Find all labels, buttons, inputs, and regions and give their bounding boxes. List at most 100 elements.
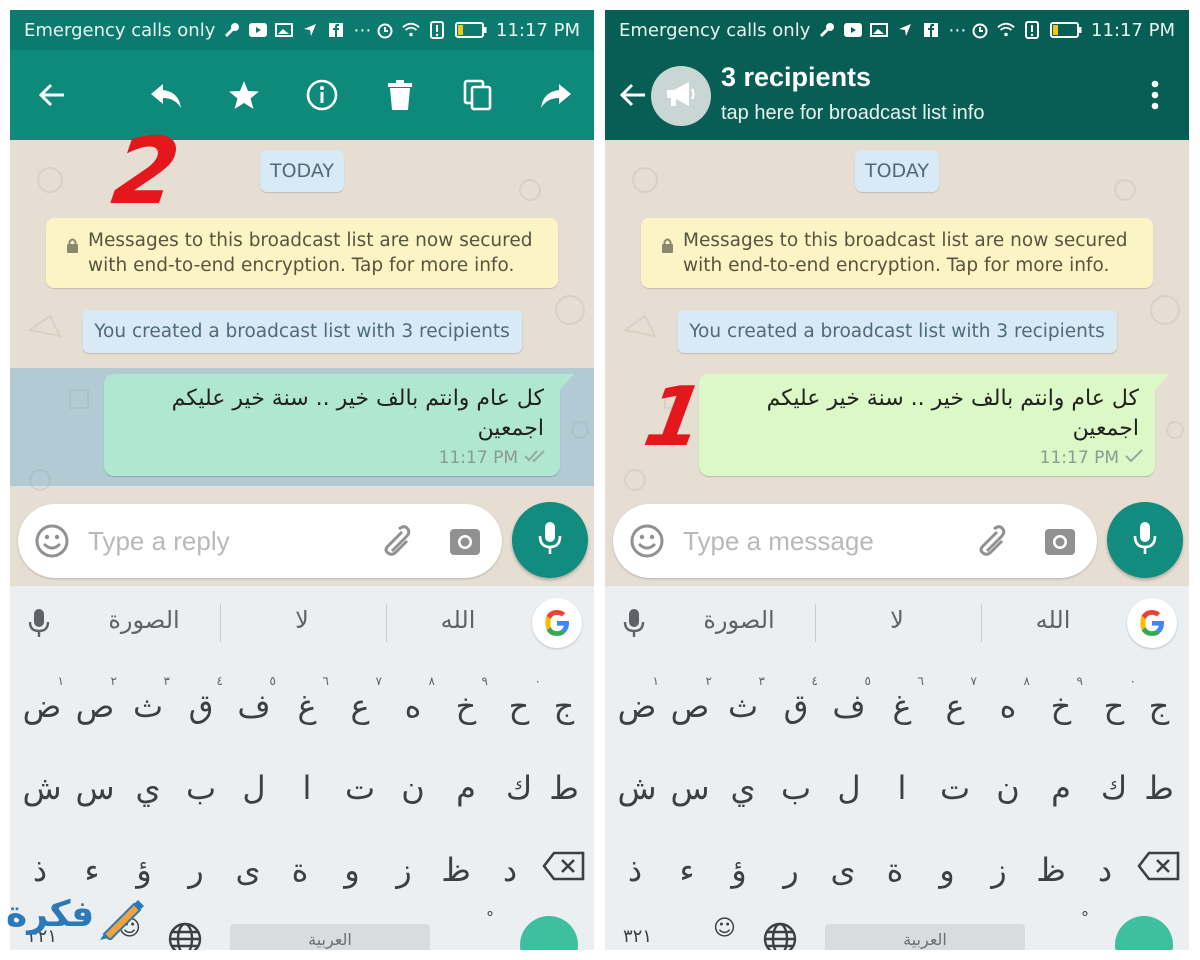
key[interactable]: ز (378, 838, 430, 902)
key[interactable]: و (326, 838, 378, 902)
copy-icon[interactable] (458, 75, 498, 115)
attach-icon[interactable] (374, 522, 412, 564)
key[interactable]: ة (869, 838, 921, 902)
period-key[interactable]: ° (1081, 908, 1089, 927)
reply-icon[interactable] (146, 75, 186, 115)
key[interactable]: ظ (1025, 838, 1077, 902)
google-icon[interactable] (532, 598, 582, 648)
back-arrow-icon[interactable] (613, 75, 653, 115)
key[interactable]: س (664, 756, 716, 820)
camera-icon[interactable] (1041, 522, 1079, 564)
globe-icon[interactable] (168, 922, 202, 950)
enter-key[interactable] (1115, 916, 1173, 950)
key[interactable]: ض١ (16, 674, 68, 738)
key[interactable]: ه٨ (387, 674, 439, 738)
suggestion-2[interactable]: لا (837, 606, 957, 634)
key[interactable]: د (1079, 838, 1131, 902)
outgoing-message-bubble[interactable]: كل عام وانتم بالف خير .. سنة خير عليكم ا… (699, 374, 1169, 476)
numbers-key[interactable]: ٣٢١ (623, 926, 652, 947)
suggestion-3[interactable]: الله (398, 606, 518, 634)
key[interactable]: خ٩ (440, 674, 492, 738)
key[interactable]: ل (823, 756, 875, 820)
key[interactable]: ج (1133, 674, 1185, 738)
key[interactable]: ي (122, 756, 174, 820)
emoji-icon[interactable] (629, 523, 665, 563)
key[interactable]: غ٦ (876, 674, 928, 738)
chat-area[interactable]: TODAY Messages to this broadcast list ar… (605, 140, 1189, 596)
voice-record-button[interactable] (1107, 502, 1183, 578)
key[interactable]: ع٧ (929, 674, 981, 738)
key[interactable]: ق٤ (770, 674, 822, 738)
key[interactable]: ب (175, 756, 227, 820)
key[interactable]: ذ (609, 838, 661, 902)
chat-area[interactable]: TODAY Messages to this broadcast list ar… (10, 140, 594, 596)
key[interactable]: ا (281, 756, 333, 820)
key[interactable]: ر (765, 838, 817, 902)
key[interactable]: غ٦ (281, 674, 333, 738)
chat-header[interactable]: 3 recipients tap here for broadcast list… (605, 50, 1189, 140)
key[interactable]: ت (929, 756, 981, 820)
backspace-key[interactable] (1133, 838, 1185, 902)
backspace-key[interactable] (538, 838, 590, 902)
space-key[interactable]: العربية (230, 924, 430, 950)
more-options-icon[interactable] (1135, 75, 1175, 115)
encryption-notice[interactable]: Messages to this broadcast list are now … (46, 218, 558, 288)
info-icon[interactable] (302, 75, 342, 115)
forward-icon[interactable] (536, 75, 576, 115)
key[interactable]: ف٥ (228, 674, 280, 738)
key[interactable]: ث٣ (122, 674, 174, 738)
key[interactable]: ت (334, 756, 386, 820)
key[interactable]: ش (611, 756, 663, 820)
key[interactable]: ص٢ (664, 674, 716, 738)
period-key[interactable]: ° (486, 908, 494, 927)
delete-icon[interactable] (380, 75, 420, 115)
attach-icon[interactable] (969, 522, 1007, 564)
voice-typing-icon[interactable] (28, 608, 50, 642)
google-icon[interactable] (1127, 598, 1177, 648)
key[interactable]: ؤ (713, 838, 765, 902)
emoji-icon[interactable] (34, 523, 70, 563)
key[interactable]: س (69, 756, 121, 820)
suggestion-2[interactable]: لا (242, 606, 362, 634)
key[interactable]: ض١ (611, 674, 663, 738)
key[interactable]: ل (228, 756, 280, 820)
key[interactable]: خ٩ (1035, 674, 1087, 738)
message-input[interactable] (683, 520, 953, 562)
key[interactable]: ن (387, 756, 439, 820)
outgoing-message-bubble[interactable]: كل عام وانتم بالف خير .. سنة خير عليكم ا… (104, 374, 574, 476)
reply-input[interactable] (88, 520, 358, 562)
key[interactable]: ع٧ (334, 674, 386, 738)
key[interactable]: ز (973, 838, 1025, 902)
key[interactable]: ا (876, 756, 928, 820)
key[interactable]: ث٣ (717, 674, 769, 738)
key[interactable]: ط (1133, 756, 1185, 820)
suggestion-3[interactable]: الله (993, 606, 1113, 634)
key[interactable]: ى (222, 838, 274, 902)
key[interactable]: ي (717, 756, 769, 820)
key[interactable]: ظ (430, 838, 482, 902)
key[interactable]: م (440, 756, 492, 820)
star-icon[interactable] (224, 75, 264, 115)
encryption-notice[interactable]: Messages to this broadcast list are now … (641, 218, 1153, 288)
key[interactable]: م (1035, 756, 1087, 820)
voice-record-button[interactable] (512, 502, 588, 578)
key[interactable]: ج (538, 674, 590, 738)
enter-key[interactable] (520, 916, 578, 950)
key[interactable]: ء (661, 838, 713, 902)
key[interactable]: ن (982, 756, 1034, 820)
suggestion-1[interactable]: الصورة (84, 606, 204, 634)
emoji-key-icon[interactable]: ☺ (713, 916, 736, 941)
key[interactable]: ه٨ (982, 674, 1034, 738)
broadcast-avatar[interactable] (651, 66, 711, 126)
key[interactable]: د (484, 838, 536, 902)
key[interactable]: ش (16, 756, 68, 820)
back-arrow-icon[interactable] (32, 75, 72, 115)
key[interactable]: ف٥ (823, 674, 875, 738)
key[interactable]: ب (770, 756, 822, 820)
key[interactable]: ص٢ (69, 674, 121, 738)
key[interactable]: ى (817, 838, 869, 902)
camera-icon[interactable] (446, 522, 484, 564)
suggestion-1[interactable]: الصورة (679, 606, 799, 634)
key[interactable]: ر (170, 838, 222, 902)
key[interactable]: ق٤ (175, 674, 227, 738)
